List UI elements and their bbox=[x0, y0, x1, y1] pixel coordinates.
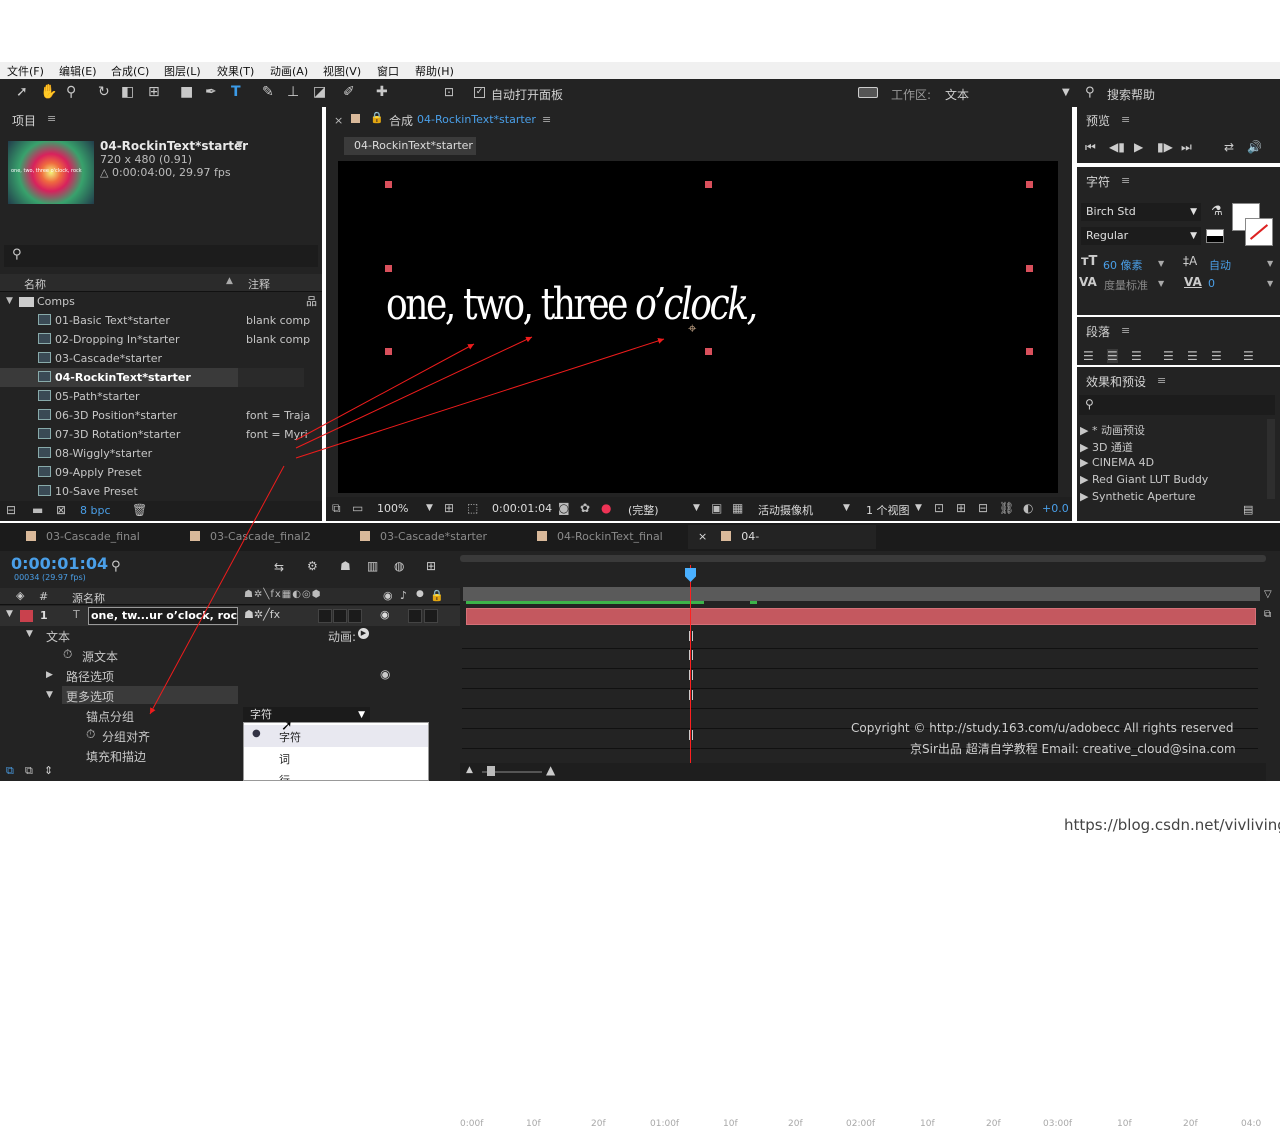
ruler-tick: 20f bbox=[788, 1119, 803, 1129]
annotation-arrows bbox=[149, 336, 665, 715]
ruler-tick: 03:00f bbox=[1043, 1119, 1073, 1129]
ruler-tick: 20f bbox=[986, 1119, 1001, 1129]
ruler-tick: 20f bbox=[1183, 1119, 1198, 1129]
ruler-tick: 02:00f bbox=[846, 1119, 876, 1129]
annotation-arrow bbox=[295, 336, 533, 449]
ruler-tick: 01:00f bbox=[650, 1119, 680, 1129]
ruler-tick: 10f bbox=[526, 1119, 541, 1129]
ruler-tick: 10f bbox=[920, 1119, 935, 1129]
ruler-tick: 10f bbox=[1117, 1119, 1132, 1129]
annotation-arrow bbox=[295, 337, 665, 459]
annotation-arrow bbox=[295, 343, 475, 441]
ruler-tick: 04:0 bbox=[1241, 1119, 1262, 1129]
watermark-url: https://blog.csdn.net/vivliving bbox=[1064, 816, 1280, 834]
ruler-tick: 20f bbox=[591, 1119, 606, 1129]
annotation-arrow bbox=[149, 465, 285, 715]
ruler-tick: 10f bbox=[723, 1119, 738, 1129]
ruler-tick: 0:00f bbox=[460, 1119, 484, 1129]
